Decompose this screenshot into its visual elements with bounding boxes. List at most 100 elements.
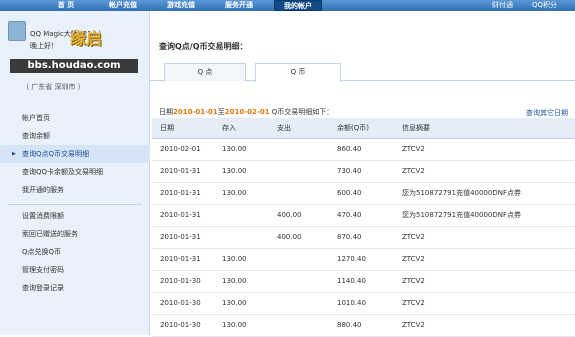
nav-tab-my-account[interactable]: 我的帐户 <box>274 0 322 11</box>
range-end-date: 2010-02-01 <box>224 108 270 116</box>
sidebar-item-account-home[interactable]: 帐户首页 <box>0 109 150 127</box>
cell-deposit: 130.00 <box>222 270 277 293</box>
col-deposit: 存入 <box>222 118 277 139</box>
table-row: 2010-01-31 400.00 470.40 您为510872791充值40… <box>152 204 575 227</box>
cell-date: 2010-01-30 <box>152 314 222 337</box>
cell-balance: 1010.40 <box>337 292 400 315</box>
cell-date: 2010-01-30 <box>152 270 222 293</box>
cell-summary: ZTCV2 <box>400 226 575 249</box>
table-row: 2010-01-31 130.00 1270.40 ZTCV2 <box>152 248 575 271</box>
sidebar-item-my-services[interactable]: 我开通的服务 <box>0 181 150 199</box>
cell-deposit: 130.00 <box>222 182 277 205</box>
nav-tab-account-recharge[interactable]: 帐户充值 <box>100 0 146 11</box>
cell-balance: 1140.40 <box>337 270 400 293</box>
table-row: 2010-01-31 130.00 600.40 您为510872791充值40… <box>152 182 575 205</box>
sidebar-item-qq-card[interactable]: 查询QQ卡余额及交易明细 <box>0 163 150 181</box>
cell-summary: ZTCV2 <box>400 138 575 161</box>
query-other-date-link[interactable]: 查询其它日期 <box>526 108 568 118</box>
date-range: 日期2010-01-01至2010-02-01 Q币交易明细如下： <box>159 107 333 117</box>
currency-tabs: Q 点 Q 币 <box>150 59 575 82</box>
cell-deposit: 130.00 <box>222 292 277 315</box>
col-summary: 信息摘要 <box>400 118 575 139</box>
sidebar-item-login-records[interactable]: 查询登录记录 <box>0 279 150 297</box>
table-row: 2010-01-31 400.00 870.40 ZTCV2 <box>152 226 575 249</box>
cell-withdraw <box>277 138 337 161</box>
col-date: 日期 <box>152 118 222 139</box>
cell-summary: 您为510872791充值40000DNF点券 <box>400 204 575 227</box>
table-row: 2010-01-30 130.00 1140.40 ZTCV2 <box>152 270 575 293</box>
cell-balance: 1270.40 <box>337 248 400 271</box>
cell-balance: 880.40 <box>337 314 400 337</box>
page-title: 查询Q点/Q币交易明细： <box>159 42 248 51</box>
cell-summary: ZTCV2 <box>400 160 575 183</box>
col-withdraw: 支出 <box>277 118 337 139</box>
nav-tab-game-recharge[interactable]: 游戏充值 <box>157 0 205 11</box>
cell-date: 2010-01-30 <box>152 292 222 315</box>
range-suffix: Q币交易明细如下： <box>271 108 334 116</box>
range-mid: 至 <box>217 108 225 116</box>
cell-summary: ZTCV2 <box>400 314 575 337</box>
sidebar-item-payment-password[interactable]: 管理支付密码 <box>0 261 150 279</box>
watermark-url: bbs.houdao.com <box>10 59 138 73</box>
qq-points-link[interactable]: QQ积分 <box>532 0 557 10</box>
cell-deposit: 130.00 <box>222 248 277 271</box>
sidebar-item-exchange[interactable]: Q点兑换Q币 <box>0 243 150 261</box>
sidebar-item-reclaim-service[interactable]: 索回已赠送的服务 <box>0 225 150 243</box>
nav-tab-home[interactable]: 首 页 <box>48 0 84 11</box>
cell-withdraw: 400.00 <box>277 226 337 249</box>
cell-withdraw <box>277 292 337 315</box>
cell-deposit <box>222 226 277 249</box>
main-content: 查询Q点/Q币交易明细： Q 点 Q 币 日期2010-01-01至2010-0… <box>150 11 575 337</box>
cell-deposit: 130.00 <box>222 314 277 337</box>
cell-withdraw: 400.00 <box>277 204 337 227</box>
table-row: 2010-01-30 130.00 880.40 ZTCV2 <box>152 314 575 337</box>
cell-withdraw <box>277 314 337 337</box>
cell-summary: ZTCV2 <box>400 248 575 271</box>
cell-balance: 600.40 <box>337 182 400 205</box>
transactions-table: 日期 存入 支出 余额(Q币) 信息摘要 2010-02-01 130.00 8… <box>152 118 575 337</box>
cell-balance: 870.40 <box>337 226 400 249</box>
table-row: 2010-02-01 130.00 860.40 ZTCV2 <box>152 138 575 161</box>
cell-balance: 860.40 <box>337 138 400 161</box>
sidebar: QQ Magic大师 (21...) 晚上好！ 缘启 bbs.houdao.co… <box>0 11 150 335</box>
watermark-logo: 缘启 <box>70 29 103 48</box>
sidebar-item-query-balance[interactable]: 查询余额 <box>0 127 150 145</box>
tab-q-coins[interactable]: Q 币 <box>255 63 341 82</box>
cell-balance: 730.40 <box>337 160 400 183</box>
sidebar-item-qb-transactions[interactable]: 查询Q点Q币交易明细 <box>0 145 150 163</box>
range-prefix: 日期 <box>159 108 173 116</box>
cell-date: 2010-01-31 <box>152 160 222 183</box>
cell-summary: 您为510872791充值40000DNF点券 <box>400 182 575 205</box>
user-location: （ 广东省 深圳市 ） <box>22 83 85 91</box>
table-row: 2010-01-31 130.00 730.40 ZTCV2 <box>152 160 575 183</box>
cell-withdraw <box>277 270 337 293</box>
sidebar-menu-group-2: 设置消费限额 索回已赠送的服务 Q点兑换Q币 管理支付密码 查询登录记录 <box>0 207 150 297</box>
cell-withdraw <box>277 248 337 271</box>
top-nav: 首 页 帐户充值 游戏充值 服务开通 我的帐户 财付通 QQ积分 <box>0 0 575 11</box>
sidebar-menu-group-1: 帐户首页 查询余额 查询Q点Q币交易明细 查询QQ卡余额及交易明细 我开通的服务 <box>0 109 150 199</box>
table-row: 2010-01-30 130.00 1010.40 ZTCV2 <box>152 292 575 315</box>
range-start-date: 2010-01-01 <box>173 108 218 116</box>
cell-deposit <box>222 204 277 227</box>
cell-date: 2010-02-01 <box>152 138 222 161</box>
cell-date: 2010-01-31 <box>152 226 222 249</box>
cell-withdraw <box>277 182 337 205</box>
greeting: 晚上好！ <box>30 42 58 50</box>
cell-deposit: 130.00 <box>222 160 277 183</box>
nav-tab-service-open[interactable]: 服务开通 <box>215 0 263 11</box>
menu-divider <box>8 204 142 205</box>
tab-q-points[interactable]: Q 点 <box>164 63 246 81</box>
avatar <box>8 21 26 41</box>
tenpay-link[interactable]: 财付通 <box>492 0 513 10</box>
cell-date: 2010-01-31 <box>152 204 222 227</box>
sidebar-item-spend-limit[interactable]: 设置消费限额 <box>0 207 150 225</box>
cell-summary: ZTCV2 <box>400 270 575 293</box>
cell-balance: 470.40 <box>337 204 400 227</box>
cell-date: 2010-01-31 <box>152 182 222 205</box>
cell-date: 2010-01-31 <box>152 248 222 271</box>
cell-withdraw <box>277 160 337 183</box>
table-header-row: 日期 存入 支出 余额(Q币) 信息摘要 <box>152 118 575 139</box>
col-balance: 余额(Q币) <box>337 118 400 139</box>
cell-summary: ZTCV2 <box>400 292 575 315</box>
cell-deposit: 130.00 <box>222 138 277 161</box>
